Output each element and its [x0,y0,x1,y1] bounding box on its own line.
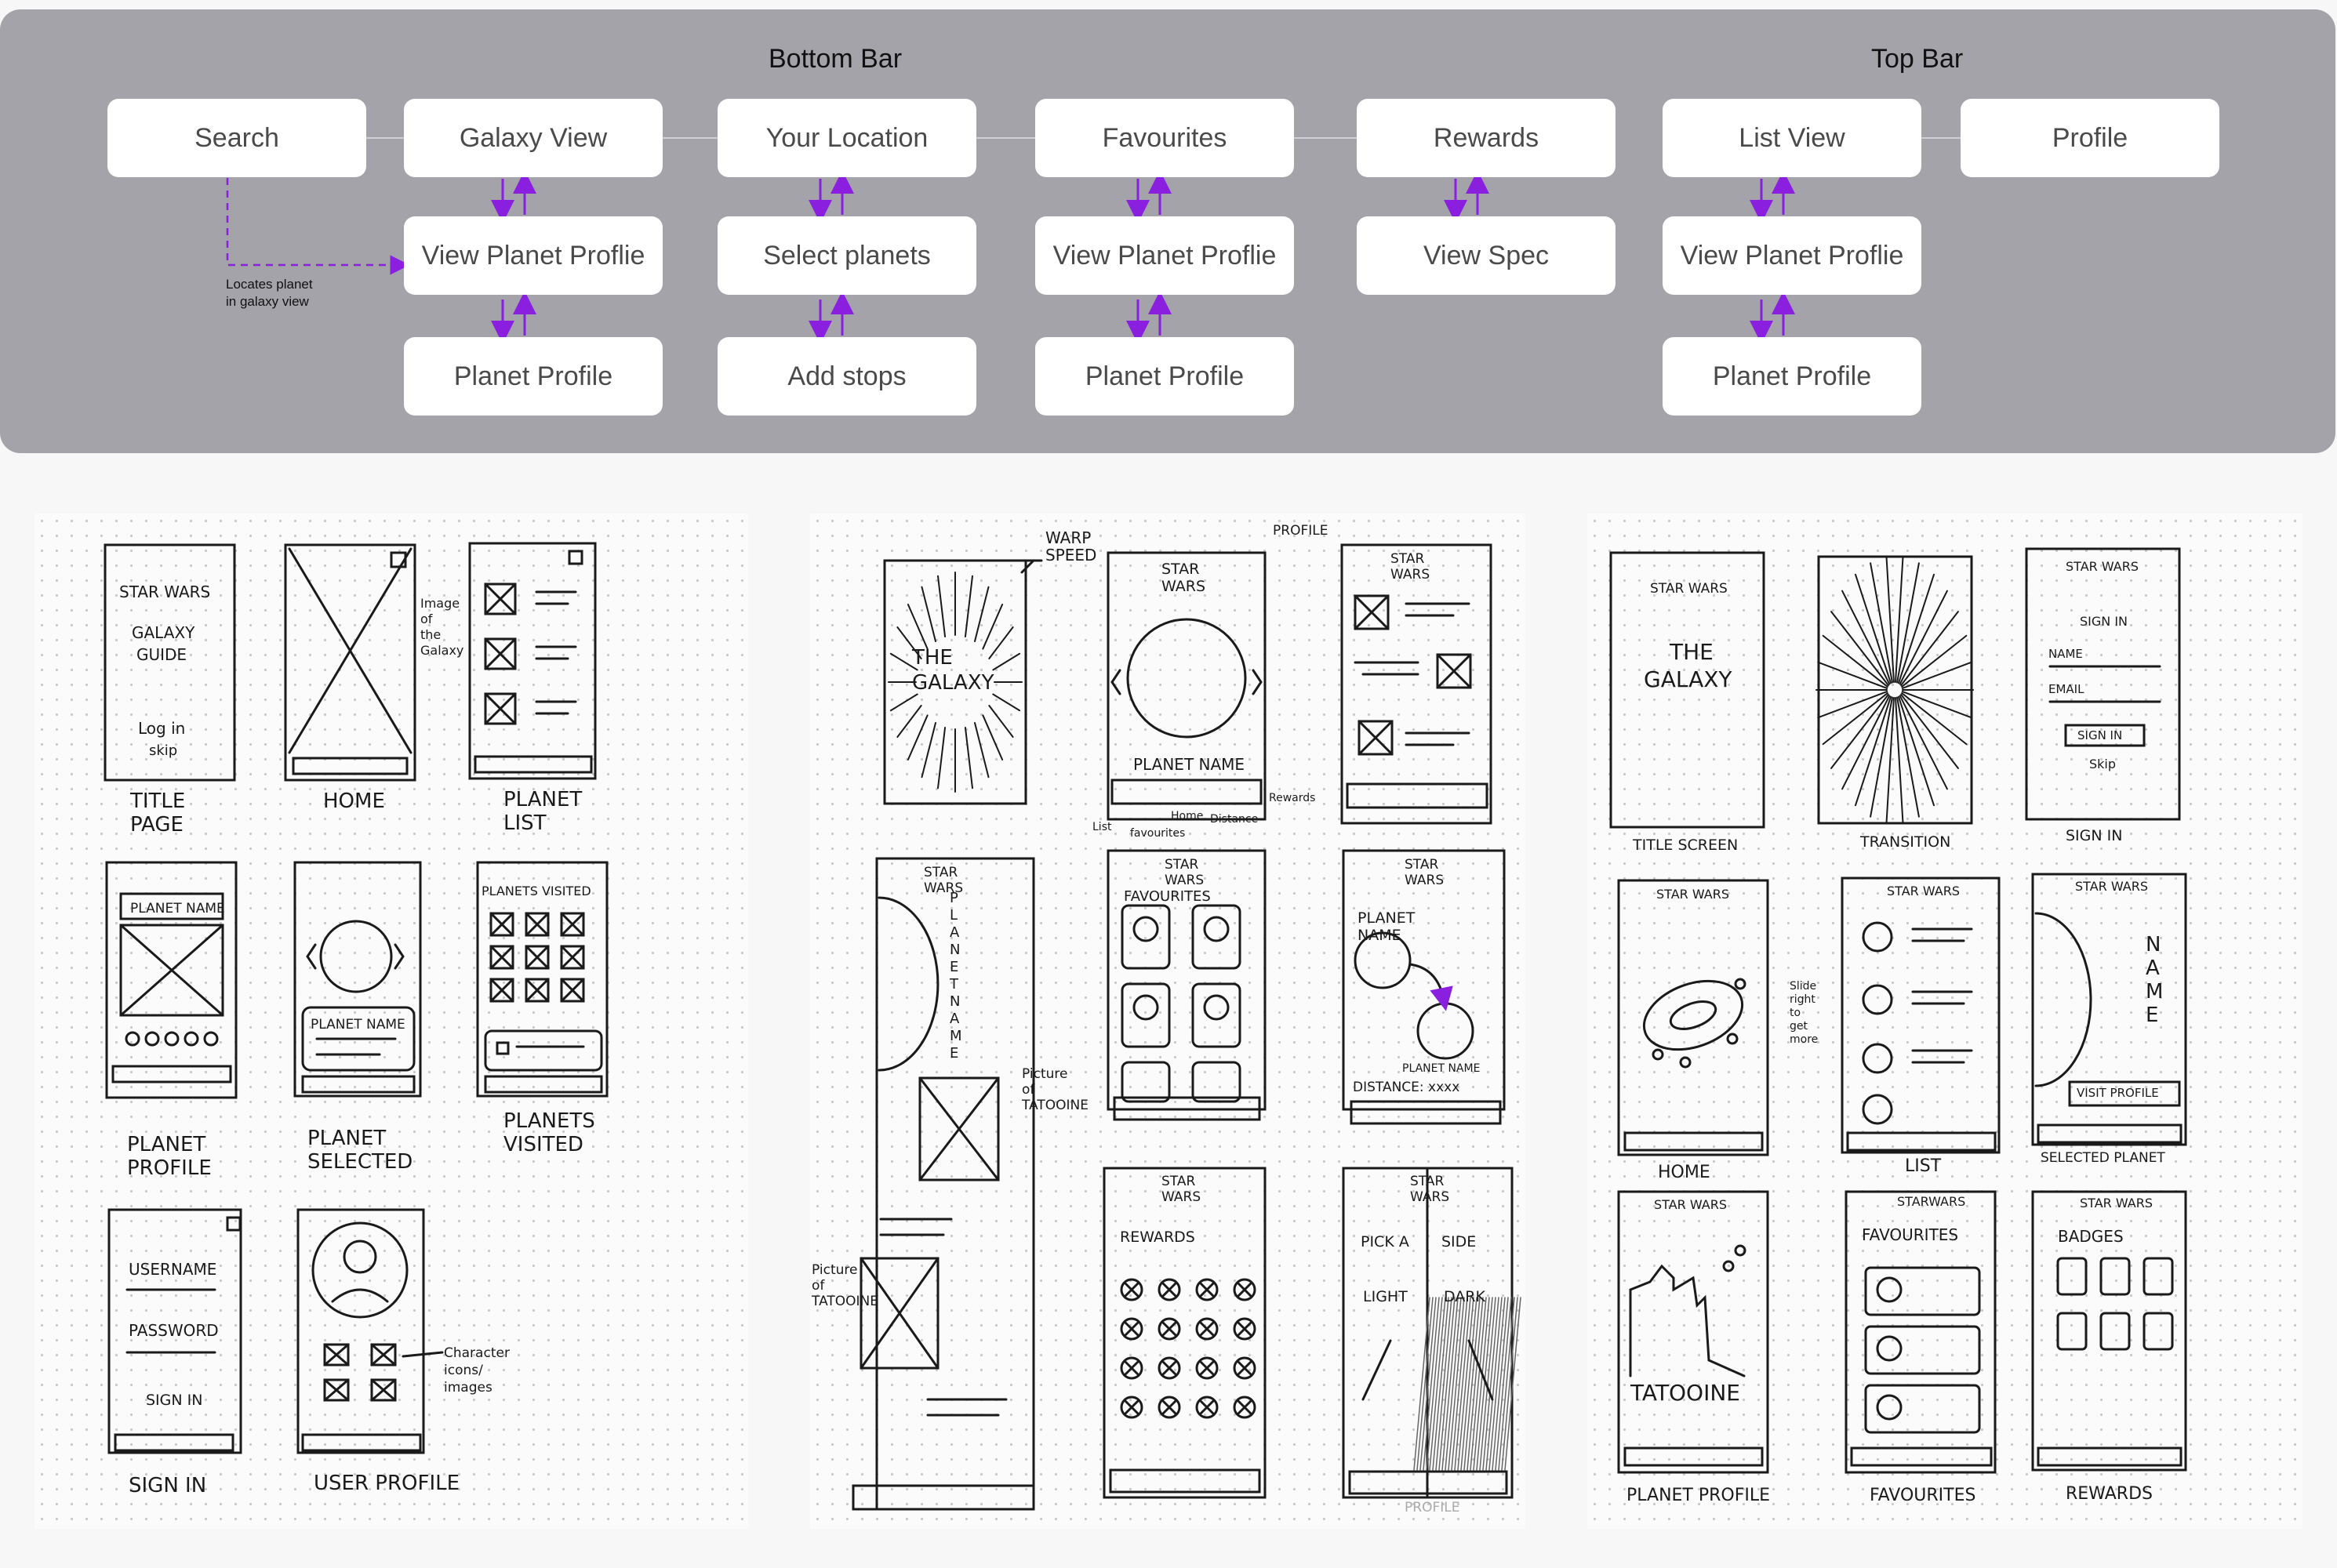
s1-title-text-2: GALAXY [132,623,195,642]
s3-rew-header: STAR WARS [2080,1196,2153,1210]
s2-planet-name: PLANET NAME [1133,755,1245,774]
s1-note-image: Image of the Galaxy [420,596,464,658]
s3-title-the: THE [1670,639,1714,665]
s2-rew-header: STAR WARS [1161,1174,1201,1205]
s1-pp-name: PLANET NAME [130,901,225,916]
s3-pp-header: STAR WARS [1654,1197,1727,1212]
s3-title-galaxy: GALAXY [1644,666,1732,692]
s3-sel-name: NAME [2146,933,2164,1027]
s1-si-username: USERNAME [129,1260,217,1279]
s3-rew-title: BADGES [2058,1227,2124,1246]
s3-pp-name: TATOOINE [1630,1380,1740,1406]
s1-caption-planet-selected: PLANET SELECTED [307,1127,413,1174]
s2-nav-distance: Distance [1210,813,1259,826]
sketch-sheets: STAR WARS GALAXY GUIDE Log in skip TITLE… [0,0,2337,1568]
s1-si-signin: SIGN IN [146,1392,203,1409]
s1-pv-title: PLANETS VISITED [482,884,591,898]
s3-signin-header: STAR WARS [2066,559,2139,574]
s2-nav-favourites: favourites [1130,827,1186,840]
s3-home-header: STAR WARS [1656,887,1729,902]
s2-nav-list: List [1092,821,1112,833]
sketch-sheet-2: WARP SPEED PROFILE THE GALAXY STAR WARS PLA… [810,514,1525,1529]
s2-nav-rewards: Rewards [1269,792,1316,804]
s2-light: LIGHT [1363,1288,1408,1305]
s3-list-header: STAR WARS [1887,884,1960,898]
s3-caption-signin: SIGN IN [2066,827,2123,844]
s2-list-header: STAR WARS [1390,551,1430,583]
s1-title-text-5: skip [149,742,178,759]
s3-visit-profile: VISIT PROFILE [2077,1086,2159,1100]
s3-fav-header: STARWARS [1897,1194,1966,1209]
s3-caption-selected: SELECTED PLANET [2041,1150,2165,1166]
s3-caption-pp: PLANET PROFILE [1626,1486,1771,1505]
s3-signin-title: SIGN IN [2080,614,2128,629]
s3-title-header: STAR WARS [1650,581,1728,597]
s3-caption-home: HOME [1658,1163,1710,1182]
s2-planet-name-3: PLANET NAME [1402,1062,1481,1075]
s3-sel-header: STAR WARS [2075,879,2148,894]
s2-vertical-name: PLANET NAME [950,890,962,1062]
s2-home-header: STAR WARS [1161,561,1206,595]
s2-dist-header: STAR WARS [1405,857,1445,888]
sketch-sheet-3: STAR WARS THE GALAXY TITLE SCREEN TRANSI… [1587,514,2302,1529]
s3-caption-rewards: REWARDS [2066,1484,2153,1504]
s2-picture-1: Picture of TATOOINE [1022,1066,1089,1113]
s3-slide-note: Slide right to get more [1790,980,1819,1046]
s2-favourites: FAVOURITES [1124,888,1211,905]
s3-fav-title: FAVOURITES [1862,1225,1959,1244]
s1-caption-planets-visited: PLANETS VISITED [503,1109,595,1156]
s1-caption-user-profile: USER PROFILE [314,1472,460,1495]
s3-caption-title: TITLE SCREEN [1633,837,1739,854]
s1-title-text-4: Log in [138,719,186,738]
s2-nav-home: Home [1171,810,1204,822]
s1-caption-planet-list: PLANET LIST [503,788,583,835]
s2-galaxy: THE GALAXY [912,646,994,695]
s1-title-text-1: STAR WARS [119,583,211,601]
s3-signin-email: EMAIL [2048,682,2084,696]
s1-caption-home: HOME [323,789,385,813]
s3-signin-name: NAME [2048,647,2083,661]
s1-note-character: Character icons/images [444,1345,510,1396]
s2-side: SIDE [1441,1233,1477,1250]
s3-caption-fav: FAVOURITES [1870,1486,1976,1505]
s1-si-password: PASSWORD [129,1321,219,1340]
s1-title-text-3: GUIDE [136,645,187,664]
s3-signin-button: SIGN IN [2077,728,2123,742]
s2-pick-a: PICK A [1361,1233,1409,1250]
s2-side-header: STAR WARS [1410,1174,1450,1205]
sketch-sheet-1: STAR WARS GALAXY GUIDE Log in skip TITLE… [35,514,748,1529]
s1-caption-title: TITLE PAGE [130,789,186,837]
s3-caption-transition: TRANSITION [1860,833,1951,851]
s3-caption-list: LIST [1905,1156,1942,1176]
s2-warp: WARP SPEED [1045,528,1097,564]
s2-fav-header: STAR WARS [1165,857,1205,888]
s1-caption-sign-in: SIGN IN [129,1474,207,1497]
s1-ps-name: PLANET NAME [311,1017,405,1033]
s2-profile-bottom: PROFILE [1405,1500,1460,1515]
s1-caption-planet-profile: PLANET PROFILE [127,1133,212,1180]
s2-dark: DARK [1444,1288,1485,1305]
s3-signin-skip: Skip [2089,757,2117,771]
s2-picture-2: Picture of TATOOINE [812,1262,878,1309]
s2-planet-name-2: PLANET NAME [1357,909,1416,944]
s2-profile-top: PROFILE [1273,523,1328,539]
s2-rewards: REWARDS [1120,1229,1195,1246]
s2-distance: DISTANCE: xxxx [1353,1080,1460,1095]
